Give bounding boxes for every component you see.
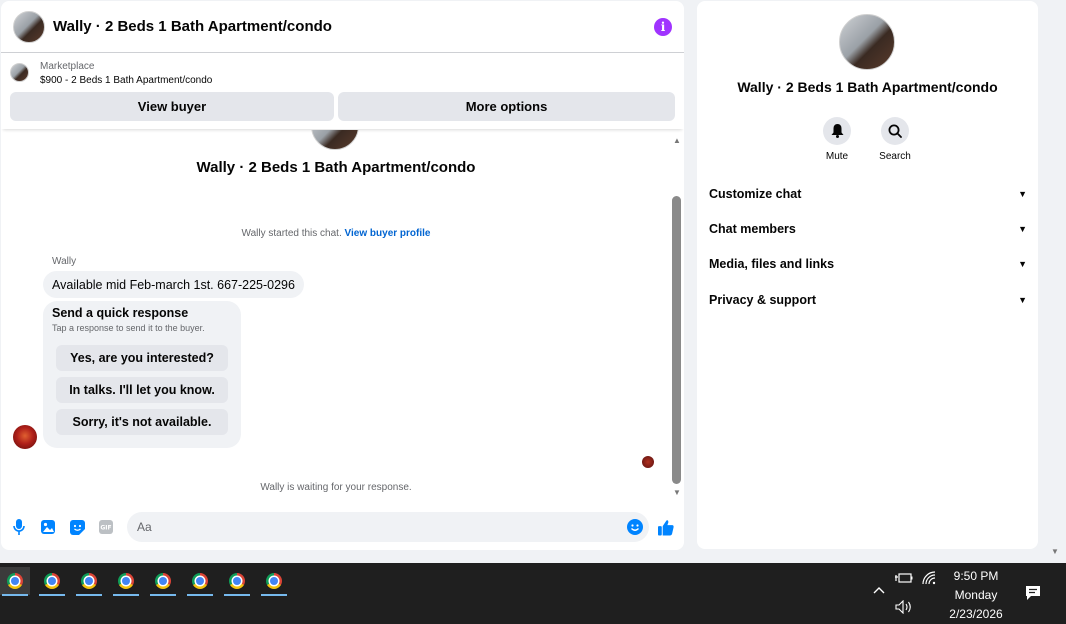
search-label: Search (879, 151, 911, 162)
taskbar-clock[interactable]: 9:50 PM Monday 2/23/2026 (938, 567, 1014, 624)
thumbs-up-icon[interactable] (658, 519, 674, 535)
view-buyer-profile-link[interactable]: View buyer profile (345, 228, 431, 239)
chat-title[interactable]: Wally · 2 Beds 1 Bath Apartment/condo (53, 18, 332, 35)
chat-header: Wally · 2 Beds 1 Bath Apartment/condo i (1, 1, 684, 53)
wifi-icon[interactable] (922, 571, 936, 590)
quick-response-card: Send a quick response Tap a response to … (43, 301, 241, 448)
gif-icon[interactable]: GIF (98, 519, 114, 535)
listing-thumbnail (10, 63, 29, 82)
chrome-icon (266, 573, 282, 589)
emoji-icon[interactable] (627, 519, 643, 535)
mute-label: Mute (825, 151, 849, 162)
taskbar-chrome-app[interactable] (0, 567, 30, 596)
section-label: Chat members (709, 222, 796, 236)
chrome-icon (229, 573, 245, 589)
listing-summary[interactable]: Marketplace $900 - 2 Beds 1 Bath Apartme… (1, 53, 684, 86)
quick-response-in-talks[interactable]: In talks. I'll let you know. (56, 377, 228, 403)
quick-response-title: Send a quick response (52, 306, 189, 320)
gif-label: GIF (100, 525, 111, 532)
chevron-down-icon: ▼ (1018, 224, 1027, 234)
scroll-up-arrow-icon[interactable]: ▲ (671, 136, 683, 146)
clock-time: 9:50 PM (953, 569, 999, 583)
section-label: Customize chat (709, 187, 802, 201)
waiting-notice: Wally is waiting for your response. (260, 482, 412, 493)
quick-response-subtitle: Tap a response to send it to the buyer. (52, 323, 205, 333)
read-receipt-avatar (642, 456, 654, 468)
taskbar-chrome-app[interactable] (111, 567, 141, 596)
message-bubble[interactable]: Available mid Feb-march 1st. 667-225-029… (43, 271, 304, 298)
more-options-button[interactable]: More options (338, 92, 675, 121)
listing-actions: View buyer More options (1, 86, 684, 121)
sticker-icon[interactable] (69, 519, 85, 535)
taskbar-chrome-app[interactable] (185, 567, 215, 596)
chrome-icon (118, 573, 134, 589)
message-scrollbar[interactable] (672, 196, 681, 484)
listing-avatar[interactable] (13, 10, 45, 43)
details-panel: Wally · 2 Beds 1 Bath Apartment/condo Mu… (697, 1, 1038, 549)
battery-icon[interactable] (895, 571, 913, 589)
message-input[interactable] (127, 512, 649, 542)
listing-label: Marketplace (40, 61, 95, 72)
chat-panel: Wally · 2 Beds 1 Bath Apartment/condo i … (1, 1, 684, 550)
chat-started-notice: Wally started this chat. View buyer prof… (1, 228, 671, 239)
clock-day: Monday (954, 588, 998, 602)
page-scrollbar[interactable] (1050, 0, 1066, 560)
section-label: Media, files and links (709, 257, 835, 271)
chevron-down-icon: ▼ (1018, 189, 1027, 199)
details-title: Wally · 2 Beds 1 Bath Apartment/condo (737, 79, 998, 95)
composer: GIF (1, 512, 684, 542)
mute-button[interactable]: Mute (812, 117, 862, 162)
chrome-icon (192, 573, 208, 589)
clock-date: 2/23/2026 (949, 607, 1003, 621)
section-chat-members[interactable]: Chat members ▼ (709, 222, 1027, 236)
section-customize-chat[interactable]: Customize chat ▼ (709, 187, 1027, 201)
taskbar-chrome-app[interactable] (222, 567, 252, 596)
chevron-down-icon: ▼ (1018, 259, 1027, 269)
chevron-up-icon[interactable] (873, 585, 885, 597)
chat-started-text: Wally started this chat. (241, 228, 342, 239)
section-label: Privacy & support (709, 293, 816, 307)
taskbar-chrome-app[interactable] (259, 567, 289, 596)
section-privacy-support[interactable]: Privacy & support ▼ (709, 293, 1027, 307)
taskbar-chrome-app[interactable] (74, 567, 104, 596)
taskbar-chrome-app[interactable] (37, 567, 67, 596)
page-scroll-down-icon[interactable]: ▼ (1051, 547, 1059, 556)
chevron-down-icon: ▼ (1018, 295, 1027, 305)
quick-response-not-available[interactable]: Sorry, it's not available. (56, 409, 228, 435)
microphone-icon[interactable] (11, 519, 27, 535)
details-avatar[interactable] (839, 14, 895, 70)
info-icon[interactable]: i (654, 17, 672, 36)
chrome-icon (7, 573, 23, 589)
listing-price: $900 - 2 Beds 1 Bath Apartment/condo (40, 75, 213, 86)
conversation-title: Wally · 2 Beds 1 Bath Apartment/condo (196, 159, 476, 176)
notification-icon[interactable] (1025, 585, 1041, 606)
photo-icon[interactable] (40, 519, 56, 535)
header-divider (1, 121, 684, 129)
view-buyer-button[interactable]: View buyer (10, 92, 334, 121)
chrome-icon (155, 573, 171, 589)
message-list[interactable]: Wally · 2 Beds 1 Bath Apartment/condo Wa… (1, 130, 684, 502)
sender-name: Wally (52, 256, 77, 267)
search-button[interactable]: Search (870, 117, 920, 162)
chrome-icon (81, 573, 97, 589)
bell-icon (823, 117, 851, 145)
section-media-files-links[interactable]: Media, files and links ▼ (709, 257, 1027, 271)
sender-avatar[interactable] (13, 425, 37, 449)
chrome-icon (44, 573, 60, 589)
taskbar: 9:50 PM Monday 2/23/2026 (0, 563, 1066, 624)
search-icon (881, 117, 909, 145)
scroll-down-arrow-icon[interactable]: ▼ (671, 488, 683, 498)
conversation-avatar (311, 130, 359, 150)
volume-icon[interactable] (895, 599, 913, 619)
quick-response-interested[interactable]: Yes, are you interested? (56, 345, 228, 371)
taskbar-chrome-app[interactable] (148, 567, 178, 596)
